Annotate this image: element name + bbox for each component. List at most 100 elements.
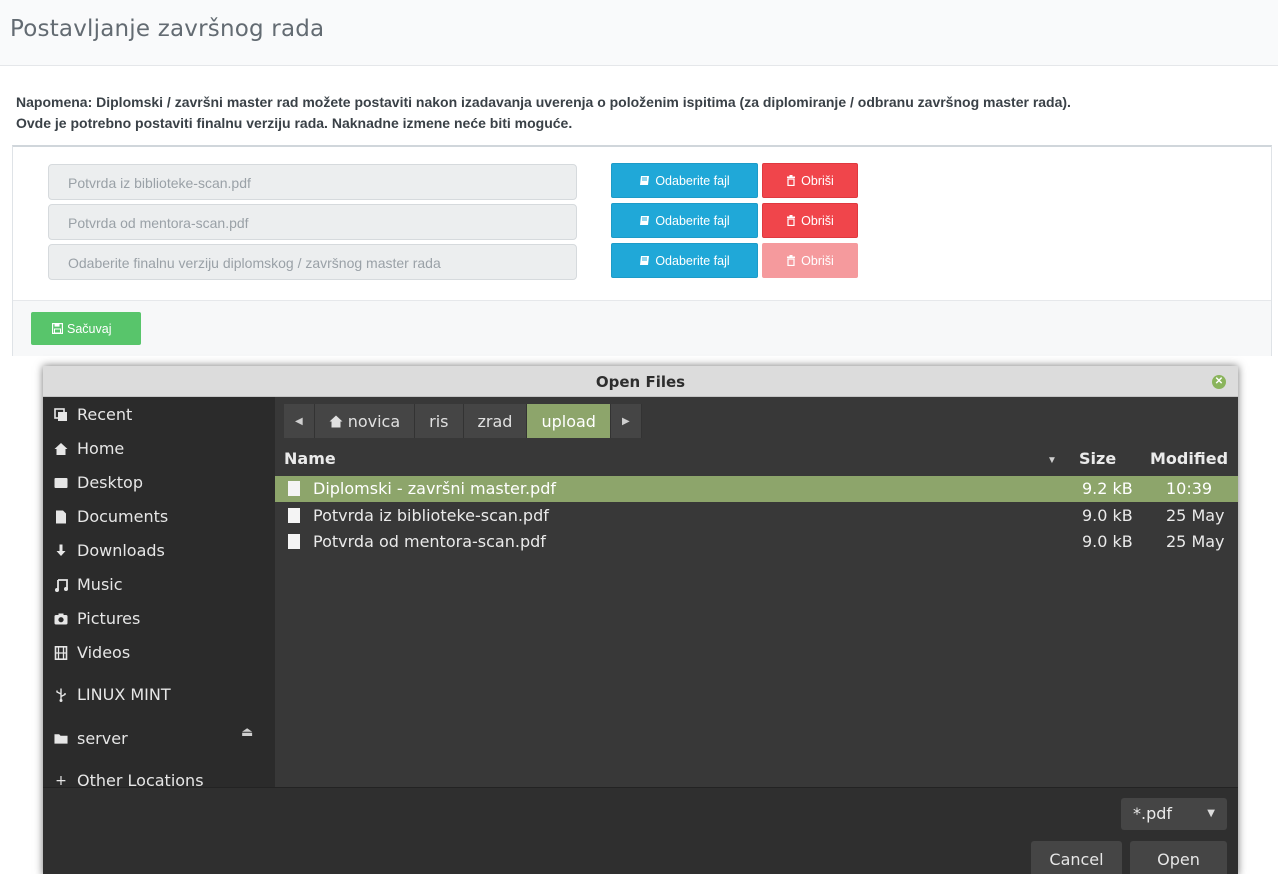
sidebar-item-label: server [77,729,128,748]
plus-icon: + [55,772,67,788]
sidebar-item-downloads[interactable]: Downloads [54,541,165,560]
upload-card: Potvrda iz biblioteke-scan.pdf Odaberite… [12,145,1272,356]
trash-icon [787,255,796,266]
book-icon [640,256,650,265]
path-crumb[interactable]: zrad [463,404,528,438]
sidebar-item-music[interactable]: Music [54,575,123,594]
file-modified: 25 May [1166,506,1225,525]
file-type-filter-value: *.pdf [1133,804,1173,823]
videos-icon [54,645,68,660]
file-type-filter[interactable]: *.pdf ▼ [1121,798,1227,830]
choose-file-button[interactable]: Odaberite fajl [611,243,758,278]
sidebar-item-label: Home [77,439,125,458]
dialog-title: Open Files [595,373,686,391]
open-button[interactable]: Open [1130,841,1227,874]
page-header: Postavljanje završnog rada [0,0,1278,66]
file-size: 9.0 kB [1082,532,1133,551]
file-name: Potvrda od mentora-scan.pdf [313,532,546,551]
sidebar-item-home[interactable]: Home [54,439,124,458]
note-line-2: Ovde je potrebno postaviti finalnu verzi… [16,115,573,131]
file-icon [288,508,300,523]
sidebar-item-other-locations[interactable]: + Other Locations [54,771,204,788]
music-icon [54,578,68,592]
delete-label: Obriši [801,213,834,228]
column-header-size[interactable]: Size [1079,449,1116,468]
file-name: Diplomski - završni master.pdf [313,479,556,498]
close-icon[interactable]: ✕ [1212,375,1226,389]
dialog-titlebar[interactable]: Open Files ✕ [43,366,1238,397]
trash-icon [787,175,796,186]
sidebar-item-server[interactable]: server [54,729,128,748]
sidebar-item-videos[interactable]: Videos [54,643,130,662]
card-footer [13,300,1271,356]
delete-button-disabled: Obriši [762,243,858,278]
file-row[interactable]: Potvrda od mentora-scan.pdf 9.0 kB 25 Ma… [275,529,1238,555]
path-scroll-right-button[interactable]: ▶ [610,404,642,438]
recent-icon [54,407,68,422]
path-scroll-left-button[interactable]: ◀ [284,404,315,438]
delete-label: Obriši [801,253,834,268]
places-sidebar: Recent Home Desktop Documents Downloads … [43,397,275,787]
usb-icon [54,688,68,702]
mentor-confirmation-file-field[interactable]: Potvrda od mentora-scan.pdf [48,204,577,240]
file-modified: 10:39 [1166,479,1213,498]
sidebar-item-pictures[interactable]: Pictures [54,609,140,628]
sidebar-item-label: Desktop [77,473,143,492]
path-crumb-current[interactable]: upload [527,404,611,438]
delete-button[interactable]: Obriši [762,163,858,198]
note-line-1: Napomena: Diplomski / završni master rad… [16,94,1071,110]
file-modified: 25 May [1166,532,1225,551]
library-confirmation-file-field[interactable]: Potvrda iz biblioteke-scan.pdf [48,164,577,200]
pictures-icon [54,612,68,626]
sidebar-item-desktop[interactable]: Desktop [54,473,143,492]
save-label: Sačuvaj [67,321,112,336]
home-icon [329,415,343,427]
chevron-down-icon: ▼ [1207,808,1215,819]
choose-file-label: Odaberite fajl [655,253,730,268]
sidebar-item-label: Music [77,575,123,594]
file-row[interactable]: Potvrda iz biblioteke-scan.pdf 9.0 kB 25… [275,503,1238,529]
file-size: 9.2 kB [1082,479,1133,498]
home-icon [54,442,68,456]
sidebar-item-documents[interactable]: Documents [54,507,168,526]
file-row-selected[interactable]: Diplomski - završni master.pdf 9.2 kB 10… [275,476,1238,502]
file-name: Potvrda iz biblioteke-scan.pdf [313,506,549,525]
dialog-bottom-bar: *.pdf ▼ Cancel Open [43,787,1238,874]
save-button[interactable]: Sačuvaj [31,312,141,345]
page-title: Postavljanje završnog rada [10,16,325,42]
delete-button[interactable]: Obriši [762,203,858,238]
book-icon [640,176,650,185]
sidebar-item-label: Other Locations [77,771,204,787]
sidebar-item-label: Videos [77,643,131,662]
eject-icon[interactable]: ⏏ [241,724,253,740]
sidebar-item-label: Downloads [77,541,165,560]
path-crumb-label: novica [347,411,401,431]
column-header-name[interactable]: Name [284,449,336,468]
delete-label: Obriši [801,173,834,188]
file-size: 9.0 kB [1082,506,1133,525]
sidebar-item-label: LINUX MINT [77,685,171,704]
book-icon [640,216,650,225]
choose-file-label: Odaberite fajl [655,173,730,188]
final-thesis-file-field[interactable]: Odaberite finalnu verziju diplomskog / z… [48,244,577,280]
sidebar-item-linux-mint[interactable]: LINUX MINT [54,685,171,704]
network-folder-icon [54,732,68,745]
sort-down-icon: ▼ [1047,455,1057,466]
path-crumb-home[interactable]: novica [314,404,416,438]
cancel-button[interactable]: Cancel [1031,841,1122,874]
note: Napomena: Diplomski / završni master rad… [16,92,1266,134]
downloads-icon [54,544,68,558]
column-header-modified[interactable]: Modified [1150,449,1228,468]
desktop-icon [54,476,68,490]
sidebar-item-label: Recent [77,405,133,424]
file-icon [288,481,300,496]
sidebar-item-label: Pictures [77,609,141,628]
documents-icon [54,510,68,524]
path-bar: ◀ novica ris zrad upload ▶ [284,404,642,438]
choose-file-button[interactable]: Odaberite fajl [611,163,758,198]
choose-file-button[interactable]: Odaberite fajl [611,203,758,238]
path-crumb[interactable]: ris [415,404,464,438]
open-files-dialog: Open Files ✕ Recent Home Desktop Documen… [43,366,1238,874]
sidebar-item-recent[interactable]: Recent [54,405,132,424]
sidebar-item-label: Documents [77,507,169,526]
